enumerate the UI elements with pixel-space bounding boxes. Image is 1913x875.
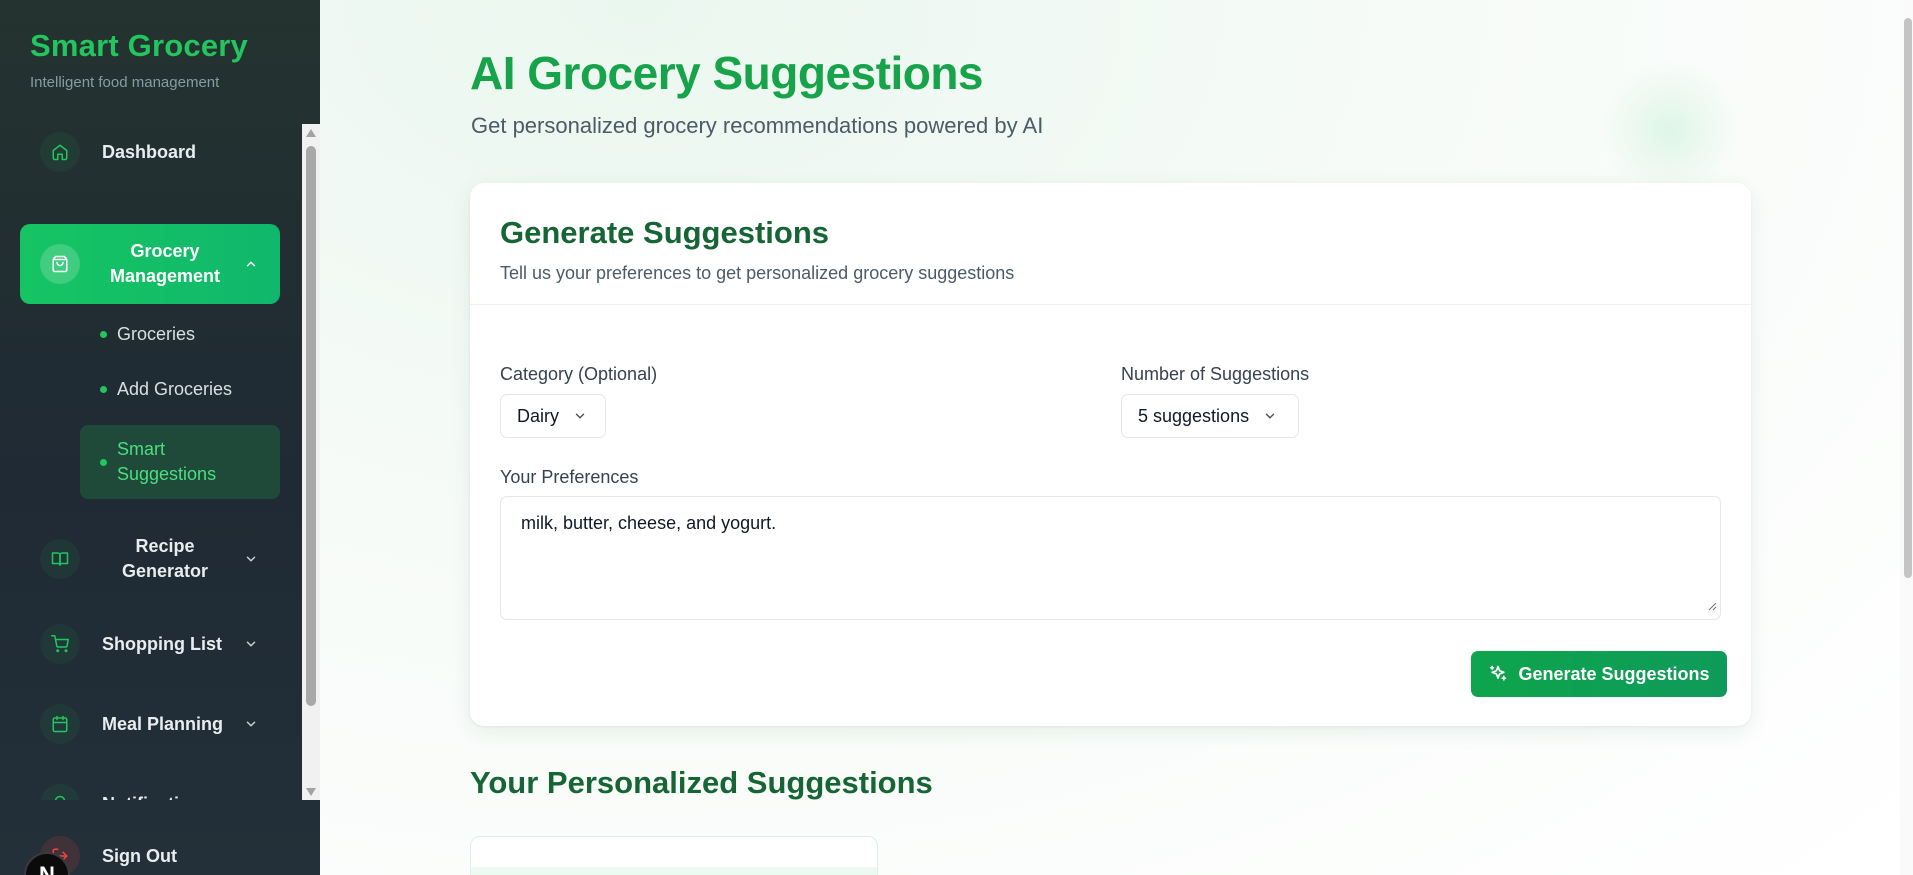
sidebar-subitem-groceries[interactable]: Groceries [80, 314, 280, 354]
sidebar-nav: Dashboard Grocery Management Groceries A… [0, 124, 302, 800]
sparkles-icon [1488, 664, 1508, 684]
sidebar-subitem-smart-suggestions[interactable]: Smart Suggestions [80, 425, 280, 499]
sidebar-subitem-label: Groceries [117, 323, 196, 344]
sidebar-item-label: Grocery Management [109, 241, 221, 286]
sidebar-item-label: Shopping List [102, 633, 222, 654]
chevron-down-icon [573, 409, 587, 423]
sidebar-item-dashboard[interactable]: Dashboard [20, 124, 280, 180]
decorative-glow [1600, 60, 1740, 200]
sidebar-subitem-label: Add Groceries [117, 378, 233, 399]
scroll-down-arrow-icon[interactable] [302, 783, 320, 800]
calendar-icon [40, 704, 80, 744]
chevron-up-icon[interactable] [242, 255, 260, 273]
brand-title[interactable]: Smart Grocery [30, 28, 248, 64]
scrollbar-thumb[interactable] [306, 146, 316, 706]
suggestion-count-value: 5 suggestions [1138, 405, 1250, 426]
chevron-down-icon [1263, 409, 1277, 423]
sidebar-item-label: Meal Planning [102, 713, 224, 734]
brand-subtitle: Intelligent food management [30, 74, 220, 91]
resize-grip-icon[interactable] [1707, 595, 1717, 616]
sidebar-scrollbar[interactable] [302, 124, 320, 800]
card-title: Generate Suggestions [500, 215, 830, 250]
chevron-down-icon[interactable] [242, 550, 260, 568]
book-icon [40, 539, 80, 579]
sidebar-item-grocery-management[interactable]: Grocery Management [20, 224, 280, 304]
preferences-value: milk, butter, cheese, and yogurt. [521, 513, 777, 533]
card-header: Generate Suggestions Tell us your prefer… [470, 183, 1751, 305]
sidebar-item-label: Dashboard [102, 141, 197, 162]
page-title: AI Grocery Suggestions [470, 47, 984, 99]
results-section-title: Your Personalized Suggestions [470, 765, 933, 800]
page-subtitle: Get personalized grocery recommendations… [471, 113, 1044, 138]
sidebar-subitem-label: Smart Suggestions [117, 439, 217, 484]
preferences-textarea[interactable]: milk, butter, cheese, and yogurt. [500, 496, 1721, 620]
chevron-down-icon[interactable] [242, 635, 260, 653]
sidebar-item-shopping-list[interactable]: Shopping List [20, 616, 280, 672]
card-description: Tell us your preferences to get personal… [500, 263, 1015, 283]
bullet-icon [100, 458, 107, 466]
scroll-up-arrow-icon[interactable] [302, 124, 320, 141]
sidebar-item-label: Notifications [102, 792, 280, 801]
category-select-value: Dairy [517, 405, 560, 426]
generate-suggestions-button[interactable]: Generate Suggestions [1471, 651, 1727, 697]
bell-icon [40, 784, 80, 800]
sidebar-subitem-add-groceries[interactable]: Add Groceries [80, 369, 280, 409]
suggestion-count-label: Number of Suggestions [1121, 364, 1310, 384]
sidebar-item-meal-planning[interactable]: Meal Planning [20, 696, 280, 752]
category-label: Category (Optional) [500, 364, 658, 384]
chevron-down-icon[interactable] [242, 715, 260, 733]
bullet-icon [100, 330, 107, 338]
suggestion-count-select[interactable]: 5 suggestions [1121, 394, 1299, 438]
generate-suggestions-card: Generate Suggestions Tell us your prefer… [470, 183, 1751, 726]
preferences-label: Your Preferences [500, 467, 639, 487]
brand: Smart Grocery Intelligent food managemen… [30, 28, 248, 91]
shopping-bag-icon [40, 244, 80, 284]
category-select[interactable]: Dairy [500, 394, 606, 438]
bullet-icon [100, 385, 107, 393]
page-scrollbar-thumb[interactable] [1904, 18, 1912, 578]
suggestion-card[interactable] [470, 836, 878, 875]
sign-out-label: Sign Out [102, 845, 177, 866]
page-scrollbar[interactable] [1900, 0, 1913, 875]
sidebar: Smart Grocery Intelligent food managemen… [0, 0, 320, 875]
main-content: AI Grocery Suggestions Get personalized … [320, 0, 1913, 875]
home-icon [40, 132, 80, 172]
generate-suggestions-label: Generate Suggestions [1518, 663, 1710, 684]
sidebar-item-label: Recipe Generator [121, 536, 209, 581]
sidebar-item-recipe-generator[interactable]: Recipe Generator [20, 524, 280, 594]
sidebar-item-notifications[interactable]: Notifications [20, 776, 280, 800]
cart-icon [40, 624, 80, 664]
suggestion-card-header [471, 867, 877, 875]
